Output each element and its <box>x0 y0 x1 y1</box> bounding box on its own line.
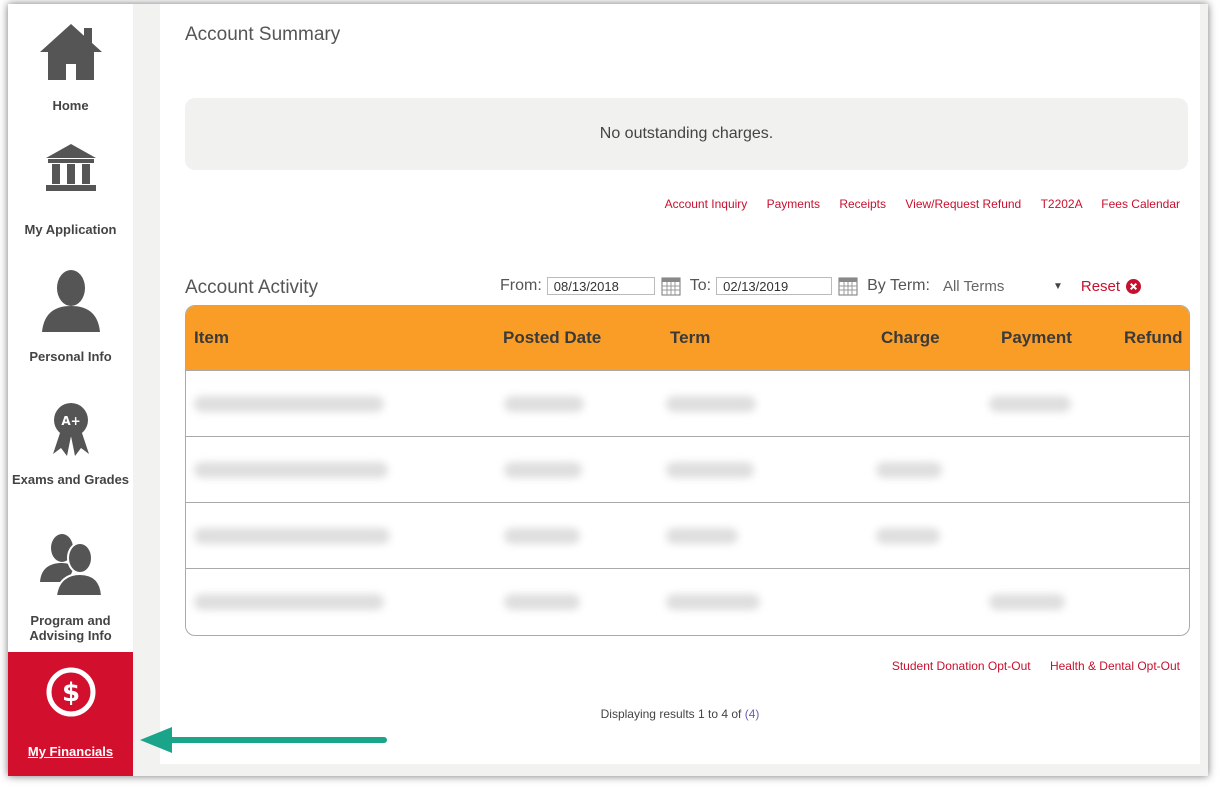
redacted-cell <box>989 396 1071 412</box>
link-payments[interactable]: Payments <box>767 197 820 211</box>
redacted-cell <box>666 594 760 610</box>
link-view-request-refund[interactable]: View/Request Refund <box>905 197 1021 211</box>
column-header-charge[interactable]: Charge <box>881 328 940 348</box>
redacted-cell <box>876 528 940 544</box>
redacted-cell <box>666 462 754 478</box>
redacted-cell <box>504 462 582 478</box>
term-label: By Term: <box>867 277 930 294</box>
sidebar-item-home[interactable]: Home <box>8 22 133 122</box>
sidebar-item-label: My Application <box>24 222 117 237</box>
column-header-payment[interactable]: Payment <box>1001 328 1072 348</box>
table-row[interactable] <box>186 370 1189 436</box>
link-fees-calendar[interactable]: Fees Calendar <box>1101 197 1180 211</box>
reset-label: Reset <box>1080 277 1121 295</box>
redacted-cell <box>666 528 738 544</box>
link-student-donation-opt-out[interactable]: Student Donation Opt-Out <box>892 659 1031 673</box>
account-activity-title: Account Activity <box>185 277 319 298</box>
link-account-inquiry[interactable]: Account Inquiry <box>665 197 748 211</box>
redacted-cell <box>194 462 388 478</box>
link-t2202a[interactable]: T2202A <box>1041 197 1082 211</box>
column-header-term[interactable]: Term <box>670 328 710 348</box>
term-select[interactable]: All Terms <box>943 278 1053 295</box>
sidebar-item-program-and-advising[interactable]: Program and Advising Info <box>8 532 133 652</box>
redacted-cell <box>194 396 384 412</box>
column-header-posted-date[interactable]: Posted Date <box>503 328 601 348</box>
table-row[interactable] <box>186 436 1189 502</box>
sidebar-item-label: Program and Advising Info <box>29 613 112 643</box>
summary-box: No outstanding charges. <box>185 98 1188 170</box>
table-row[interactable] <box>186 568 1189 634</box>
institution-icon <box>45 144 96 191</box>
column-header-item[interactable]: Item <box>194 328 229 348</box>
home-icon <box>39 24 102 80</box>
results-summary: Displaying results 1 to 4 of (4) <box>160 707 1200 721</box>
annotation-arrow-icon <box>140 727 387 753</box>
redacted-cell <box>876 462 942 478</box>
account-links: Account Inquiry Payments Receipts View/R… <box>649 197 1180 211</box>
main-panel: Account Summary No outstanding charges. … <box>160 4 1200 764</box>
screenshot-frame: Home My Application Personal Info A+ Exa… <box>8 4 1208 776</box>
link-receipts[interactable]: Receipts <box>839 197 886 211</box>
column-header-refund[interactable]: Refund <box>1124 328 1183 348</box>
redacted-cell <box>504 396 584 412</box>
table-row[interactable] <box>186 502 1189 568</box>
chevron-down-icon[interactable]: ▼ <box>1053 281 1063 292</box>
dollar-circle-icon: $ <box>46 667 95 717</box>
from-label: From: <box>500 277 542 294</box>
summary-message: No outstanding charges. <box>599 125 774 142</box>
redacted-cell <box>504 594 580 610</box>
sidebar-item-exams-and-grades[interactable]: A+ Exams and Grades <box>8 400 133 500</box>
sidebar-item-my-application[interactable]: My Application <box>8 142 133 242</box>
reset-button[interactable]: Reset <box>1080 277 1142 295</box>
calendar-icon[interactable] <box>838 276 858 296</box>
from-date-input[interactable] <box>546 277 655 295</box>
table-header: Item Posted Date Term Charge Payment Ref… <box>186 306 1189 370</box>
redacted-cell <box>194 594 384 610</box>
redacted-cell <box>666 396 756 412</box>
sidebar-item-personal-info[interactable]: Personal Info <box>8 268 133 368</box>
date-filter-bar: From: To: By Term: All Terms ▼ Reset <box>500 275 1142 297</box>
results-count: (4) <box>744 707 760 721</box>
sidebar-item-my-financials[interactable]: $ My Financials <box>8 652 133 776</box>
to-date-input[interactable] <box>716 277 833 295</box>
to-label: To: <box>689 277 712 294</box>
redacted-cell <box>194 528 390 544</box>
link-health-dental-opt-out[interactable]: Health & Dental Opt-Out <box>1050 659 1180 673</box>
sidebar-item-label: My Financials <box>27 744 114 759</box>
award-ribbon-icon: A+ <box>52 403 89 456</box>
opt-out-links: Student Donation Opt-Out Health & Dental… <box>876 659 1180 673</box>
sidebar-item-label: Exams and Grades <box>11 472 130 487</box>
sidebar: Home My Application Personal Info A+ Exa… <box>8 4 133 776</box>
calendar-icon[interactable] <box>661 276 681 296</box>
svg-text:$: $ <box>61 678 79 708</box>
results-text: Displaying results 1 to 4 of <box>600 707 745 721</box>
redacted-cell <box>504 528 580 544</box>
redacted-cell <box>989 594 1065 610</box>
svg-text:A+: A+ <box>61 414 80 428</box>
person-icon <box>41 270 100 332</box>
sidebar-item-label: Home <box>52 98 89 113</box>
account-activity-table: Item Posted Date Term Charge Payment Ref… <box>185 305 1190 636</box>
close-icon <box>1126 278 1142 294</box>
sidebar-item-label: Personal Info <box>29 349 112 364</box>
people-icon <box>39 534 103 596</box>
account-summary-title: Account Summary <box>185 24 341 45</box>
